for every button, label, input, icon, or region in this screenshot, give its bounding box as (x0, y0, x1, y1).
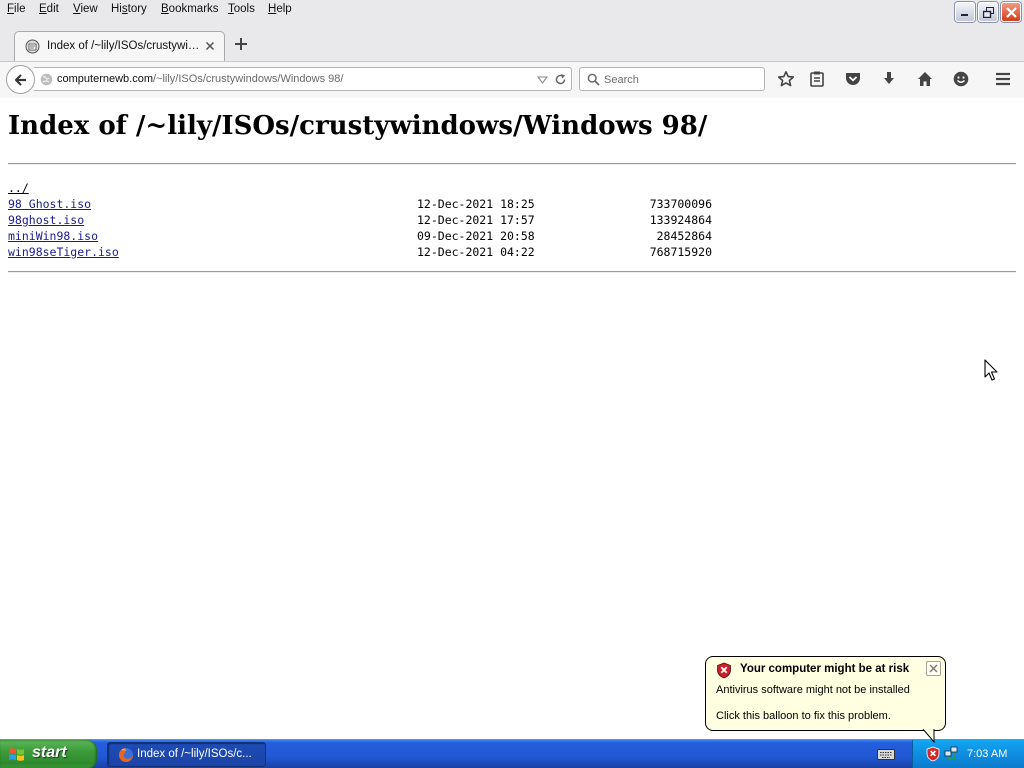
security-center-icon[interactable] (926, 746, 940, 762)
chat-icon[interactable] (951, 69, 971, 89)
reading-list-icon[interactable] (807, 69, 827, 89)
tab-title: Index of /~lily/ISOs/crustywi… (47, 40, 200, 52)
mouse-pointer-icon (984, 359, 998, 381)
menu-tools[interactable]: Tools (228, 3, 255, 15)
security-shield-icon (717, 662, 731, 679)
new-tab-plus-icon[interactable] (233, 36, 249, 52)
search-icon (587, 73, 600, 86)
start-label: start (32, 744, 67, 761)
hamburger-menu-icon[interactable] (993, 69, 1013, 89)
file-size: 28452864 (656, 229, 712, 243)
file-row: 98ghost.iso 12-Dec-2021 17:57 133924864 (8, 212, 712, 228)
tab-index-of[interactable]: Index of /~lily/ISOs/crustywi… (14, 31, 225, 62)
page-title: Index of /~lily/ISOs/crustywindows/Windo… (8, 111, 708, 141)
menu-help[interactable]: Help (268, 3, 292, 15)
reload-icon[interactable] (554, 73, 567, 86)
menu-edit[interactable]: Edit (39, 3, 59, 15)
file-row: miniWin98.iso 09-Dec-2021 20:58 28452864 (8, 228, 712, 244)
restore-button[interactable] (978, 2, 998, 22)
search-input[interactable] (604, 72, 754, 87)
taskbar-window-label: Index of /~lily/ISOs/c... (137, 748, 252, 760)
menu-bar: File Edit View History Bookmarks Tools H… (0, 0, 1024, 22)
close-icon (929, 664, 938, 673)
restore-icon (982, 6, 994, 18)
balloon-message: Antivirus software might not be installe… (716, 684, 910, 696)
url-host: computernewb.com (57, 73, 153, 85)
balloon-tail (922, 729, 935, 743)
back-button[interactable] (6, 65, 35, 94)
window-close-button[interactable] (1001, 2, 1021, 22)
parent-directory-link[interactable]: ../ (8, 181, 29, 195)
file-size: 133924864 (649, 213, 712, 227)
balloon-instruction: Click this balloon to fix this problem. (716, 710, 891, 722)
url-path: /~lily/ISOs/crustywindows/Windows 98/ (153, 73, 344, 85)
file-row: 98 Ghost.iso 12-Dec-2021 18:25 733700096 (8, 196, 712, 212)
file-date: 12-Dec-2021 18:25 (417, 197, 535, 211)
system-tray: 7:03 AM (912, 740, 1024, 768)
file-row: win98seTiger.iso 12-Dec-2021 04:22 76871… (8, 244, 712, 260)
search-bar[interactable] (579, 67, 765, 91)
clock: 7:03 AM (967, 748, 1008, 760)
windows-logo-icon (9, 748, 24, 761)
file-listing: ../ 98 Ghost.iso 12-Dec-2021 18:25 73370… (8, 180, 712, 260)
home-icon[interactable] (915, 69, 935, 89)
file-link[interactable]: 98 Ghost.iso (8, 197, 91, 211)
tab-close-icon[interactable] (204, 40, 216, 52)
file-date: 09-Dec-2021 20:58 (417, 229, 535, 243)
balloon-close-button[interactable] (926, 661, 941, 676)
download-icon[interactable] (879, 69, 899, 89)
menu-bookmarks[interactable]: Bookmarks (161, 3, 219, 15)
file-link[interactable]: 98ghost.iso (8, 213, 84, 227)
file-size: 733700096 (649, 197, 712, 211)
file-date: 12-Dec-2021 04:22 (417, 245, 535, 259)
file-link[interactable]: miniWin98.iso (8, 229, 98, 243)
minimize-button[interactable] (955, 2, 975, 22)
back-arrow-icon (14, 73, 26, 86)
file-size: 768715920 (649, 245, 712, 259)
menu-view[interactable]: View (73, 3, 98, 15)
page-content: Index of /~lily/ISOs/crustywindows/Windo… (0, 99, 1024, 739)
url-dropdown-icon[interactable] (537, 74, 548, 85)
menu-file[interactable]: File (7, 3, 26, 15)
keyboard-icon[interactable] (877, 747, 895, 761)
tab-strip: Index of /~lily/ISOs/crustywi… (0, 26, 1024, 62)
network-icon[interactable] (944, 746, 958, 760)
taskbar: start Index of /~lily/ISOs/c... 7:03 AM (0, 739, 1024, 768)
taskbar-firefox-window[interactable]: Index of /~lily/ISOs/c... (107, 742, 266, 767)
bottom-divider (8, 271, 1016, 273)
url-bar[interactable]: computernewb.com/~lily/ISOs/crustywindow… (34, 67, 572, 91)
minimize-icon (961, 14, 968, 16)
parent-row: ../ (8, 180, 119, 196)
close-icon (1005, 6, 1017, 18)
file-date: 12-Dec-2021 17:57 (417, 213, 535, 227)
globe-icon[interactable] (40, 73, 53, 86)
url-text[interactable]: computernewb.com/~lily/ISOs/crustywindow… (57, 73, 343, 85)
firefox-icon (119, 748, 133, 762)
top-divider (8, 163, 1016, 165)
pocket-icon[interactable] (843, 69, 863, 89)
menu-history[interactable]: History (111, 3, 147, 15)
file-link[interactable]: win98seTiger.iso (8, 245, 119, 259)
navigation-toolbar: computernewb.com/~lily/ISOs/crustywindow… (0, 61, 1024, 98)
balloon-title: Your computer might be at risk (740, 663, 910, 675)
browser-chrome: File Edit View History Bookmarks Tools H… (0, 0, 1024, 98)
start-button[interactable]: start (0, 740, 97, 768)
bookmark-star-icon[interactable] (776, 69, 796, 89)
page-favicon-icon (25, 39, 40, 54)
security-alert-balloon[interactable]: Your computer might be at risk Antivirus… (705, 656, 946, 731)
